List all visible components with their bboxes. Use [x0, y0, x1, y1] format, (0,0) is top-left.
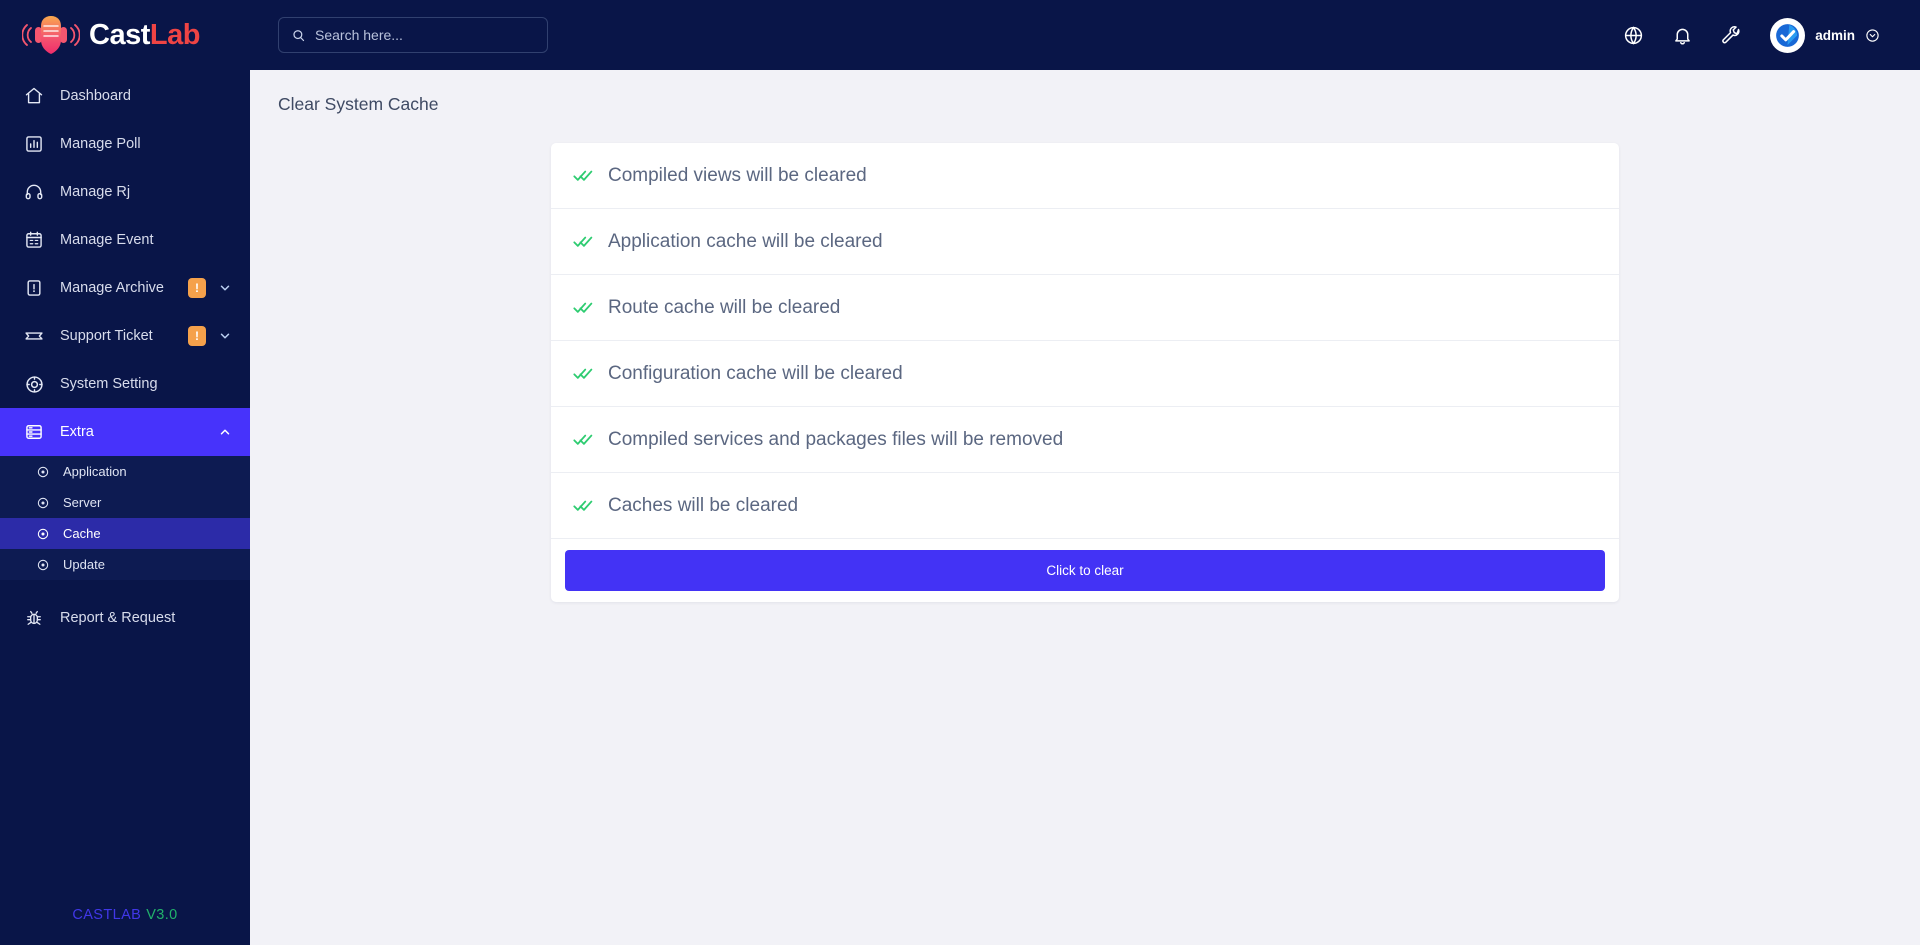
chevron-down-icon[interactable] [218, 329, 232, 343]
sidebar-item-label: Extra [60, 424, 94, 440]
podcast-mic-icon [22, 16, 80, 54]
ticket-icon [22, 324, 46, 348]
sidebar-subitem-cache[interactable]: Cache [0, 518, 250, 549]
footer-app-name: CASTLAB [72, 907, 142, 923]
circle-dot-icon [37, 497, 49, 508]
circle-dot-icon [37, 528, 49, 539]
sidebar-item-dashboard[interactable]: Dashboard [0, 72, 250, 120]
sidebar-subitem-update[interactable]: Update [0, 549, 250, 580]
cache-row-text: Route cache will be cleared [608, 296, 841, 318]
content-area: Clear System Cache Compiled views will b… [250, 70, 1920, 945]
brand-logo[interactable]: CastLab [0, 0, 250, 70]
double-check-icon [573, 434, 593, 445]
main-area: admin Clear System Cache Compiled views … [250, 0, 1920, 945]
sidebar-item-extra[interactable]: Extra [0, 408, 250, 456]
cache-row-text: Compiled views will be cleared [608, 164, 867, 186]
sidebar-item-manage-archive[interactable]: Manage Archive ! [0, 264, 250, 312]
cache-row: Compiled services and packages files wil… [551, 407, 1619, 473]
sidebar-item-manage-rj[interactable]: Manage Rj [0, 168, 250, 216]
circle-dot-icon [37, 466, 49, 477]
cache-row: Caches will be cleared [551, 473, 1619, 539]
search-icon [293, 29, 305, 41]
page-title: Clear System Cache [278, 94, 439, 114]
sidebar-subitem-label: Update [63, 557, 105, 572]
double-check-icon [573, 302, 593, 313]
sidebar-item-label: Report & Request [60, 610, 176, 626]
gear-icon [22, 372, 46, 396]
card-wrapper: Compiled views will be cleared Applicati… [278, 143, 1920, 602]
brand-name-first: Cast [89, 18, 150, 51]
bell-icon[interactable] [1672, 25, 1693, 46]
cache-row-text: Application cache will be cleared [608, 230, 883, 252]
cache-row-text: Caches will be cleared [608, 494, 799, 516]
double-check-icon [573, 500, 593, 511]
sidebar-item-label: Manage Rj [60, 184, 131, 200]
archive-icon [22, 276, 46, 300]
sidebar-item-manage-event[interactable]: Manage Event [0, 216, 250, 264]
sidebar-item-label: Support Ticket [60, 328, 153, 344]
search-box[interactable] [278, 17, 548, 53]
sidebar-item-report-request[interactable]: Report & Request [0, 594, 250, 642]
calendar-icon [22, 228, 46, 252]
sidebar-item-support-ticket[interactable]: Support Ticket ! [0, 312, 250, 360]
cache-row: Compiled views will be cleared [551, 143, 1619, 209]
extra-submenu: Application Server Cache Update [0, 456, 250, 580]
user-name: admin [1815, 27, 1855, 43]
cache-row: Route cache will be cleared [551, 275, 1619, 341]
topbar: admin [250, 0, 1920, 70]
cache-row: Application cache will be cleared [551, 209, 1619, 275]
sidebar-subitem-application[interactable]: Application [0, 456, 250, 487]
sidebar-subitem-label: Server [63, 495, 102, 510]
brand-name-second: Lab [149, 18, 201, 51]
topbar-actions: admin [1623, 17, 1880, 53]
chevron-down-icon[interactable] [218, 281, 232, 295]
double-check-icon [573, 170, 593, 181]
user-menu[interactable]: admin [1770, 17, 1880, 53]
status-badge: ! [188, 326, 206, 346]
chevron-down-circle-icon[interactable] [1865, 28, 1880, 43]
sidebar: CastLab Dashboard Manage Poll Manage Rj … [0, 0, 250, 945]
headphones-icon [22, 180, 46, 204]
cache-row-text: Compiled services and packages files wil… [608, 428, 1064, 450]
sidebar-footer: CASTLAB V3.0 [0, 885, 250, 945]
search-input[interactable] [315, 27, 535, 43]
cache-card: Compiled views will be cleared Applicati… [551, 143, 1619, 602]
chevron-up-icon[interactable] [218, 425, 232, 439]
sidebar-item-system-setting[interactable]: System Setting [0, 360, 250, 408]
bug-icon [22, 606, 46, 630]
wrench-icon[interactable] [1721, 25, 1742, 46]
sidebar-subitem-label: Cache [63, 526, 101, 541]
footer-version: V3.0 [146, 907, 178, 923]
brand-text: CastLab [89, 18, 201, 51]
home-icon [22, 84, 46, 108]
sidebar-item-label: Manage Event [60, 232, 154, 248]
sidebar-item-label: System Setting [60, 376, 158, 392]
sidebar-item-label: Manage Poll [60, 136, 141, 152]
status-badge: ! [188, 278, 206, 298]
cache-row-text: Configuration cache will be cleared [608, 362, 903, 384]
sidebar-item-manage-poll[interactable]: Manage Poll [0, 120, 250, 168]
bar-chart-icon [22, 132, 46, 156]
sidebar-item-label: Dashboard [60, 88, 131, 104]
sidebar-nav: Dashboard Manage Poll Manage Rj Manage E… [0, 70, 250, 885]
sidebar-item-label: Manage Archive [60, 280, 164, 296]
app-root: CastLab Dashboard Manage Poll Manage Rj … [0, 0, 1920, 945]
double-check-icon [573, 368, 593, 379]
double-check-icon [573, 236, 593, 247]
cache-row: Configuration cache will be cleared [551, 341, 1619, 407]
globe-icon[interactable] [1623, 25, 1644, 46]
sidebar-subitem-label: Application [63, 464, 127, 479]
circle-dot-icon [37, 559, 49, 570]
sidebar-subitem-server[interactable]: Server [0, 487, 250, 518]
avatar [1770, 17, 1806, 53]
server-list-icon [22, 420, 46, 444]
click-to-clear-button[interactable]: Click to clear [565, 550, 1605, 591]
